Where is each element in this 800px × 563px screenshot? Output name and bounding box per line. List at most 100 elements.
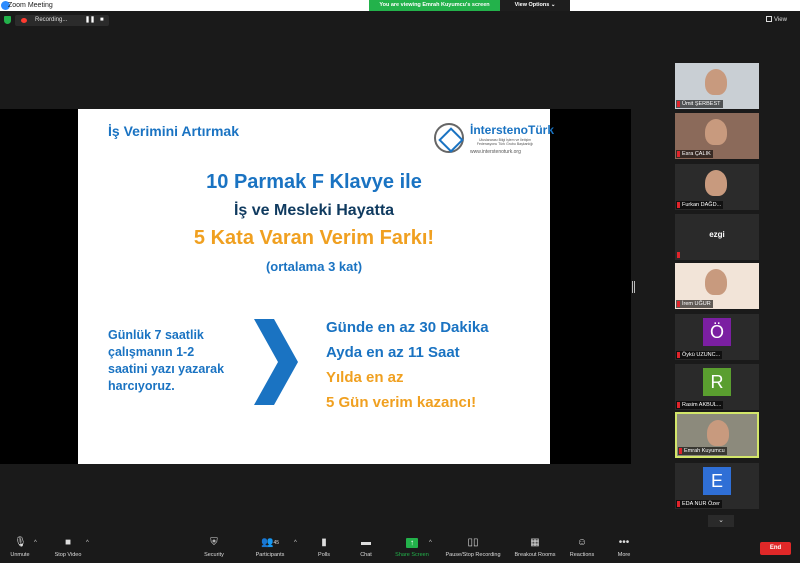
stop-recording-icon[interactable]: ■ [100,15,104,26]
logo-subtitle: Uluslararası Bilgi İşlem ve İletişim Fed… [476,138,534,146]
participant-face [707,420,729,446]
participant-tile[interactable]: Ö Öykü UZUNC... [675,314,759,360]
participant-avatar: E [703,467,731,495]
shield-icon: ⛨ [210,537,218,548]
participant-name: EDA NUR Özer [676,500,722,508]
chat-button[interactable]: ▬ Chat [355,529,377,563]
more-dots-icon: ••• [618,537,630,548]
left-line: Günlük 7 saatlik [108,328,204,342]
pause-stop-icon: ▯▯ [467,537,479,548]
end-meeting-button[interactable]: End [760,542,791,555]
presentation-slide: İş Verimini Artırmak İnterstenoTürk Ulus… [78,109,554,464]
reactions-label: Reactions [569,552,595,558]
audio-options-caret-icon[interactable]: ^ [34,540,37,546]
stop-video-button[interactable]: ■ Stop Video [50,529,86,563]
muted-microphone-icon [677,202,680,208]
participant-tile[interactable]: R Rasim AKBUL... [675,364,759,410]
participant-name: Emrah Kuyumcu [678,447,727,455]
participants-caret-icon[interactable]: ^ [294,540,297,546]
muted-microphone-icon [679,448,682,454]
participant-tile[interactable]: Emrah Kuyumcu [675,412,759,458]
participants-count: 45 [273,540,279,546]
more-label: More [617,552,631,558]
slide-title-line-4: (ortalama 3 kat) [265,259,363,274]
view-button[interactable]: View [766,16,787,25]
participant-name: Furkan DAĞD... [676,201,724,209]
recording-cloud-icon [21,18,27,23]
polls-button[interactable]: ▮ Polls [313,529,335,563]
breakout-grid-icon: ▦ [530,537,540,548]
panel-resize-handle[interactable] [632,281,635,293]
participant-name: İrem UĞUR [676,300,713,308]
window-title: Zoom Meeting [8,2,53,9]
participant-tile[interactable]: Esra ÇALIK [675,113,759,159]
participant-face [705,269,727,295]
chat-label: Chat [360,552,372,558]
video-options-caret-icon[interactable]: ^ [86,540,89,546]
participants-button[interactable]: 👥45 Participants [250,529,290,563]
logo-name: İnterstenoTürk [470,123,555,137]
video-camera-icon: ■ [64,537,72,548]
participant-face [705,119,727,145]
muted-microphone-icon [677,352,680,358]
left-line: harcıyoruz. [108,379,175,393]
participant-tile[interactable]: ezgi [675,214,759,260]
pause-recording-label: Pause/Stop Recording [445,552,501,558]
participant-name: Rasim AKBUL... [676,401,724,409]
muted-microphone-icon [677,402,680,408]
chevron-down-icon[interactable]: ⌄ [708,515,734,527]
participant-name: Öykü UZUNC... [676,351,723,359]
participant-display-name: ezgi [709,230,725,239]
view-options-button[interactable]: View Options ⌄ [500,0,570,11]
intersteno-logo-icon [434,123,464,153]
participant-avatar: Ö [703,318,731,346]
muted-microphone-icon [677,501,680,507]
security-label: Security [204,552,224,558]
muted-microphone-icon: 🎙 [14,537,27,548]
share-options-caret-icon[interactable]: ^ [429,540,432,546]
participant-name: Ümit ŞERBEST [676,100,723,108]
grid-view-icon [766,16,772,23]
unmute-label: Unmute [10,552,30,558]
recording-indicator: Recording... ❚❚ ■ [15,15,109,26]
participant-tile[interactable]: Ümit ŞERBEST [675,63,759,109]
pause-stop-recording-button[interactable]: ▯▯ Pause/Stop Recording [441,529,505,563]
slide-right-list: Günde en az 30 Dakika Ayda en az 11 Saat… [326,315,489,415]
pause-recording-icon[interactable]: ❚❚ [85,15,95,26]
left-line: çalışmanın 1-2 [108,345,195,359]
chevron-right-icon [254,319,298,405]
share-screen-label: Share Screen [395,552,429,558]
slide-heading: İş Verimini Artırmak [108,123,239,139]
polls-label: Polls [318,552,330,558]
encryption-shield-icon[interactable] [4,16,11,24]
participant-tile[interactable]: E EDA NUR Özer [675,463,759,509]
recording-label: Recording... [35,17,68,23]
polls-bar-icon: ▮ [321,537,327,548]
screen-share-banner: You are viewing Emrah Kuyumcu's screen [369,0,500,11]
slide-title-line-2: İş ve Mesleki Hayatta [233,202,395,219]
right-line: Ayda en az 11 Saat [326,344,460,361]
muted-microphone-icon [677,151,680,157]
participants-icon: 👥45 [260,537,279,548]
slide-left-text: Günlük 7 saatlik çalışmanın 1-2 saatini … [108,327,258,395]
share-screen-arrow-icon: ↑ [406,538,418,548]
stop-video-label: Stop Video [54,552,82,558]
participant-face [705,170,727,196]
participant-tile[interactable]: Furkan DAĞD... [675,164,759,210]
muted-microphone-icon [677,301,680,307]
security-button[interactable]: ⛨ Security [199,529,229,563]
share-screen-button[interactable]: ↑ Share Screen [393,529,431,563]
meeting-toolbar: 🎙 Unmute ^ ■ Stop Video ^ ⛨ Security 👥45… [0,529,800,563]
right-line: 5 Gün verim kazancı! [326,394,477,411]
slide-title-line-3: 5 Kata Varan Verim Farkı! [193,227,435,249]
zoom-window: Zoom Meeting You are viewing Emrah Kuyum… [0,0,800,563]
unmute-button[interactable]: 🎙 Unmute [4,529,36,563]
muted-microphone-icon [677,101,680,107]
participant-tile[interactable]: İrem UĞUR [675,263,759,309]
participant-name: Esra ÇALIK [676,150,713,158]
participants-label: Participants [255,552,285,558]
breakout-rooms-button[interactable]: ▦ Breakout Rooms [511,529,559,563]
view-label: View [774,17,787,23]
reactions-button[interactable]: ☺ Reactions [566,529,598,563]
more-button[interactable]: ••• More [612,529,636,563]
